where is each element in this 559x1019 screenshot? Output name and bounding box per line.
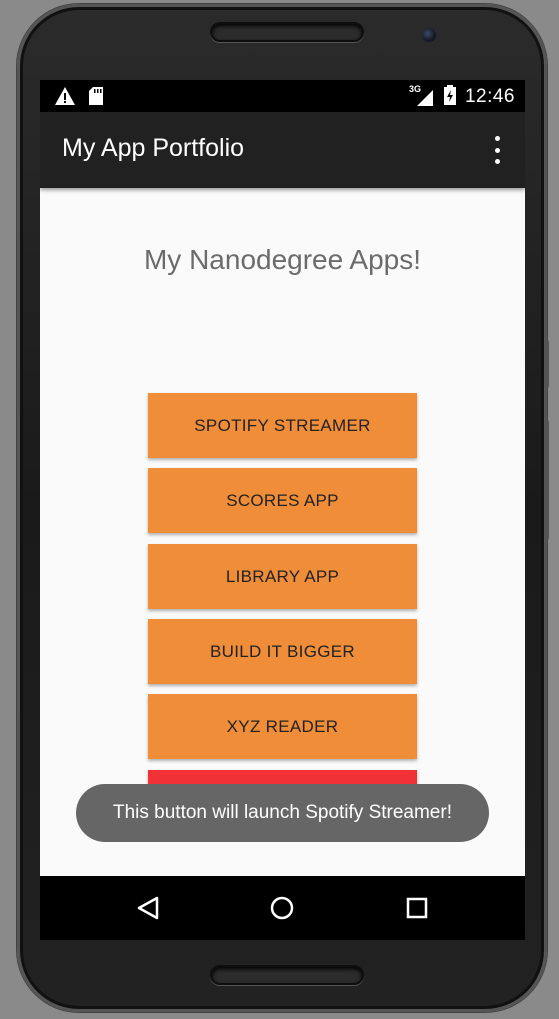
main-content: My Nanodegree Apps! SPOTIFY STREAMER SCO… (40, 188, 525, 876)
page-heading: My Nanodegree Apps! (143, 244, 422, 275)
navigation-bar (40, 876, 525, 940)
signal-icon: 3G (409, 84, 435, 108)
home-icon[interactable] (262, 888, 302, 928)
battery-icon (443, 84, 457, 110)
scores-app-button[interactable]: SCORES APP (148, 468, 417, 533)
status-time: 12:46 (464, 86, 515, 107)
power-button (545, 340, 549, 388)
volume-button (545, 420, 549, 540)
overflow-menu-icon[interactable] (489, 136, 505, 164)
recents-icon[interactable] (397, 888, 437, 928)
bottom-speaker (210, 965, 364, 985)
front-camera (422, 28, 436, 42)
spotify-streamer-button[interactable]: SPOTIFY STREAMER (148, 393, 417, 458)
build-it-bigger-button[interactable]: BUILD IT BIGGER (148, 619, 417, 684)
screen: 3G 12:46 My App Portfolio My Nanodegree … (40, 80, 525, 940)
app-title: My App Portfolio (62, 134, 245, 162)
status-bar: 3G 12:46 (40, 80, 525, 112)
library-app-button[interactable]: LIBRARY APP (148, 544, 417, 609)
warning-icon (54, 86, 76, 110)
xyz-reader-button[interactable]: XYZ READER (148, 694, 417, 759)
sd-card-icon (88, 86, 104, 110)
toast-message: This button will launch Spotify Streamer… (76, 784, 489, 842)
app-bar: My App Portfolio (40, 112, 525, 188)
top-speaker (210, 22, 364, 42)
back-icon[interactable] (128, 888, 168, 928)
